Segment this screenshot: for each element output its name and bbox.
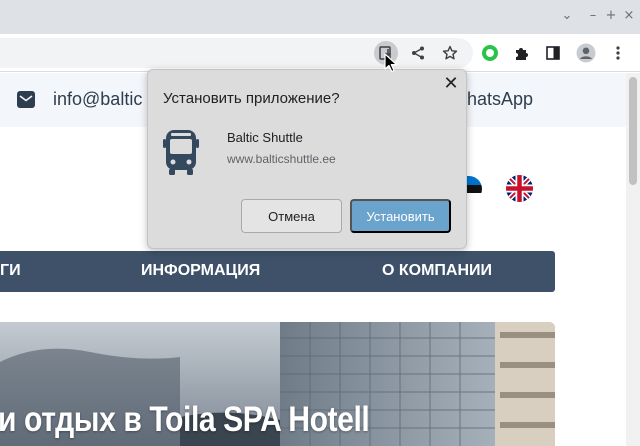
side-panel-icon[interactable] [541, 41, 565, 65]
extensions-puzzle-icon[interactable] [509, 41, 533, 65]
bus-icon [163, 126, 199, 176]
profile-icon[interactable] [574, 41, 598, 65]
address-bar[interactable] [0, 38, 473, 68]
nav-item-information[interactable]: ИНФОРМАЦИЯ [141, 262, 260, 280]
cancel-button[interactable]: Отмена [241, 199, 342, 233]
minimize-button[interactable]: – [586, 8, 600, 24]
close-icon[interactable]: ✕ [442, 74, 460, 94]
tab-search-chevron-icon[interactable]: ⌄ [560, 8, 574, 24]
nav-item-about[interactable]: О КОМПАНИИ [382, 262, 492, 280]
hero-title: и отдых в Toila SPA Hotell [0, 400, 370, 439]
menu-icon[interactable] [606, 41, 630, 65]
window-titlebar: ⌄ – + × [0, 0, 640, 34]
extension-green-icon[interactable] [478, 41, 502, 65]
nav-item-services[interactable]: ГИ [0, 262, 21, 280]
contact-email-link[interactable]: info@baltic [53, 89, 142, 110]
share-icon[interactable] [406, 41, 430, 65]
app-name: Baltic Shuttle [227, 130, 303, 145]
maximize-button[interactable]: + [604, 8, 618, 24]
dialog-title: Установить приложение? [163, 90, 340, 107]
mail-icon [17, 91, 35, 108]
bookmark-star-icon[interactable] [438, 41, 462, 65]
scrollbar-thumb[interactable] [629, 77, 637, 185]
mouse-cursor-icon [384, 53, 398, 73]
app-url: www.balticshuttle.ee [227, 152, 336, 166]
install-button[interactable]: Установить [350, 199, 451, 233]
uk-flag-icon[interactable] [506, 175, 533, 202]
close-window-button[interactable]: × [622, 8, 636, 24]
